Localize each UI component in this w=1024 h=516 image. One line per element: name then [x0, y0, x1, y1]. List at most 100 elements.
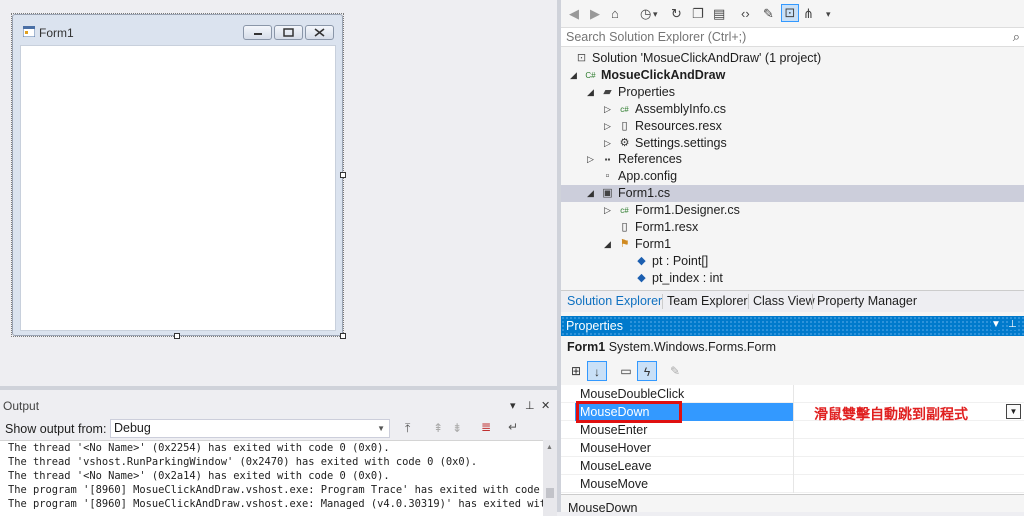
events-lightning-icon[interactable]: ϟ	[637, 361, 657, 381]
collapsed-arrow-icon[interactable]: ▷	[604, 101, 611, 118]
event-row[interactable]: MouseLeave	[561, 457, 1024, 475]
output-source-select[interactable]: Debug ▼	[110, 419, 390, 438]
expanded-arrow-icon[interactable]: ◢	[570, 67, 577, 84]
scrollbar-thumb[interactable]	[546, 488, 554, 498]
properties-description: MouseDown	[561, 494, 1024, 515]
tree-item[interactable]: ▷ c# Form1.Designer.cs	[561, 202, 1024, 219]
expanded-arrow-icon[interactable]: ◢	[604, 236, 611, 253]
event-name: MouseLeave	[580, 459, 652, 473]
home-icon[interactable]: ⌂	[611, 6, 619, 21]
history-icon[interactable]: ◷	[640, 6, 651, 22]
properties-toolbar: ⊞ ↓ ▭ ϟ ✎	[561, 358, 1024, 384]
field-icon: ◆	[637, 254, 646, 267]
tab-property-manager[interactable]: Property Manager	[817, 294, 917, 308]
expanded-arrow-icon[interactable]: ◢	[587, 185, 594, 202]
output-line: The thread '<No Name>' (0x2254) has exit…	[8, 442, 390, 454]
output-line: The program '[8960] MosueClickAndDraw.vs…	[8, 498, 543, 510]
event-row[interactable]: MouseMove	[561, 475, 1024, 493]
form-client-area[interactable]	[20, 45, 336, 331]
collapsed-arrow-icon[interactable]: ▷	[604, 118, 611, 135]
alphabetical-icon[interactable]: ↓	[587, 361, 607, 381]
collapse-all-icon[interactable]: ❐	[692, 6, 704, 22]
output-scrollbar[interactable]: ▲	[543, 440, 557, 516]
go-to-previous-icon[interactable]: ⤒	[405, 421, 410, 436]
properties-view-icon[interactable]: ▭	[616, 361, 636, 381]
object-type: System.Windows.Forms.Form	[608, 340, 777, 354]
tab-team-explorer[interactable]: Team Explorer	[667, 294, 748, 308]
settings-gear-icon: ⚙	[619, 136, 630, 149]
pin-icon[interactable]: ⊥	[525, 399, 535, 412]
chevron-down-icon[interactable]: ▾	[653, 9, 658, 20]
collapsed-arrow-icon[interactable]: ▷	[587, 151, 594, 168]
event-name: MouseHover	[580, 441, 651, 455]
property-pages-icon[interactable]: ✎	[665, 361, 685, 381]
tree-item[interactable]: ◢ ▣ Form1.cs	[561, 185, 1024, 203]
find-previous-icon[interactable]: ⇞	[433, 421, 443, 435]
back-icon[interactable]: ◀	[569, 6, 579, 22]
maximize-button[interactable]	[274, 25, 303, 40]
tree-item[interactable]: ◢ ▰ Properties	[561, 84, 1024, 101]
tree-item[interactable]: ▷ c# AssemblyInfo.cs	[561, 101, 1024, 118]
form1-window[interactable]: Form1	[11, 13, 344, 337]
search-icon[interactable]: ⌕	[1013, 29, 1020, 45]
panel-menu-icon[interactable]: ▾	[510, 399, 516, 412]
scroll-up-icon[interactable]: ▲	[546, 444, 553, 451]
form-designer-surface[interactable]: Form1	[0, 0, 557, 386]
resize-handle-corner[interactable]	[340, 333, 346, 339]
csharp-file-icon: c#	[620, 206, 629, 216]
tree-item[interactable]: ◢ C# MosueClickAndDraw	[561, 67, 1024, 84]
word-wrap-icon[interactable]: ↵	[508, 420, 518, 434]
chevron-down-icon[interactable]: ▾	[826, 9, 831, 20]
tab-solution-explorer[interactable]: Solution Explorer	[567, 294, 662, 308]
minimize-button[interactable]	[243, 25, 272, 40]
show-all-files-icon[interactable]: ▤	[713, 6, 725, 22]
tree-item[interactable]: ◆ pt : Point[]	[561, 253, 1024, 270]
tree-item[interactable]: ◢ ⚑ Form1	[561, 236, 1024, 253]
expanded-arrow-icon[interactable]: ◢	[587, 84, 594, 101]
tree-item-label: Form1.Designer.cs	[635, 203, 740, 218]
tree-item[interactable]: ◆ pt_index : int	[561, 270, 1024, 287]
tree-item-label: Solution 'MosueClickAndDraw' (1 project)	[592, 51, 822, 65]
close-button[interactable]	[305, 25, 334, 40]
output-text-area[interactable]: The thread '<No Name>' (0x2254) has exit…	[0, 440, 543, 516]
config-file-icon: ▫	[605, 170, 610, 183]
event-handler-dropdown[interactable]: ▼	[1006, 404, 1021, 419]
refresh-icon[interactable]: ↻	[671, 6, 682, 22]
properties-object-selector[interactable]: Form1 System.Windows.Forms.Form	[567, 340, 776, 354]
solution-tree: ⊡ Solution 'MosueClickAndDraw' (1 project…	[561, 50, 1024, 290]
pin-icon[interactable]: ⊥	[1008, 319, 1017, 330]
solution-search-box[interactable]: ⌕	[561, 27, 1024, 47]
resize-handle-right[interactable]	[340, 172, 346, 178]
tree-item[interactable]: ▷ ▯ Resources.resx	[561, 118, 1024, 135]
output-panel: Output ▾ ⊥ ✕ Show output from: Debug ▼ ⤒…	[0, 386, 557, 516]
properties-titlebar: Properties ▼ ⊥	[561, 316, 1024, 336]
collapsed-arrow-icon[interactable]: ▷	[604, 202, 611, 219]
close-icon[interactable]: ✕	[541, 399, 550, 412]
class-diagram-icon[interactable]: ⋔	[803, 6, 814, 22]
event-row[interactable]: MouseHover	[561, 439, 1024, 457]
view-code-icon[interactable]: ‹›	[741, 6, 750, 21]
tree-item[interactable]: ▷ ▪▪ References	[561, 151, 1024, 168]
tree-item[interactable]: ▯ Form1.resx	[561, 219, 1024, 236]
solution-icon: ⊡	[576, 52, 587, 64]
forward-icon[interactable]: ▶	[590, 6, 600, 22]
chevron-down-icon: ▼	[377, 424, 385, 433]
find-next-icon[interactable]: ⇟	[452, 421, 462, 435]
tree-item-label: Settings.settings	[635, 135, 727, 150]
panel-menu-icon[interactable]: ▼	[991, 319, 1001, 330]
clear-all-icon[interactable]: ≣	[481, 420, 491, 434]
view-designer-icon[interactable]: ⊡	[781, 4, 799, 22]
categorized-icon[interactable]: ⊞	[566, 361, 586, 381]
tree-item[interactable]: ⊡ Solution 'MosueClickAndDraw' (1 project…	[561, 50, 1024, 67]
collapsed-arrow-icon[interactable]: ▷	[604, 135, 611, 152]
form-file-icon: ▣	[602, 187, 613, 200]
solution-search-input[interactable]	[566, 30, 996, 44]
properties-wrench-icon[interactable]: ✎	[763, 6, 774, 22]
resize-handle-bottom[interactable]	[174, 333, 180, 339]
tree-item-label: Resources.resx	[635, 118, 722, 133]
tree-item[interactable]: ▫ App.config	[561, 168, 1024, 185]
tab-class-view[interactable]: Class View	[753, 294, 815, 308]
minimize-icon	[254, 33, 262, 35]
solution-explorer-toolbar: ◀ ▶ ⌂ ◷ ▾ ↻ ❐ ▤ ‹› ✎ ⊡ ⋔ ▾	[561, 0, 1024, 28]
tree-item[interactable]: ▷ ⚙ Settings.settings	[561, 135, 1024, 152]
